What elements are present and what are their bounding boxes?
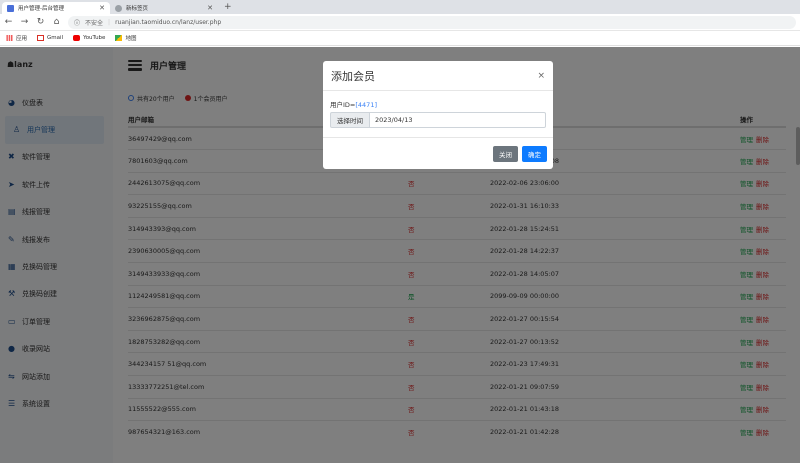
reload-icon[interactable]: ↻: [36, 17, 45, 27]
user-id-line: 用户ID=[4471]: [330, 99, 546, 109]
bookmark-maps[interactable]: 地图: [115, 34, 136, 42]
user-id-value: [4471]: [355, 101, 377, 109]
close-tab-icon[interactable]: ✕: [99, 4, 105, 12]
add-member-modal: 添加会员 × 用户ID=[4471] 选择时间 关闭 确定: [323, 61, 553, 169]
url-separator: |: [108, 18, 111, 26]
info-icon[interactable]: ⓘ: [74, 18, 80, 27]
time-addon-label: 选择时间: [330, 112, 370, 128]
url-field[interactable]: ⓘ 不安全 | ruanjian.taomiduo.cn/lanz/user.p…: [68, 15, 796, 29]
user-id-label: 用户ID=: [330, 101, 356, 109]
close-tab-icon[interactable]: ✕: [207, 4, 213, 12]
confirm-button[interactable]: 确定: [522, 145, 547, 162]
apps-grid-icon: [6, 35, 13, 41]
address-bar-row: ← → ↻ ⌂ ⓘ 不安全 | ruanjian.taomiduo.cn/lan…: [0, 14, 800, 31]
tab-title: 新标签页: [126, 6, 149, 12]
bookmark-youtube[interactable]: YouTube: [73, 35, 105, 41]
bookmarks-bar: 应用 Gmail YouTube 地图: [0, 31, 800, 46]
time-input-group: 选择时间: [330, 112, 546, 128]
close-button[interactable]: 关闭: [493, 145, 518, 162]
browser-tab-active[interactable]: 用户管理-后台管理 ✕: [2, 2, 110, 14]
gmail-icon: [37, 35, 45, 41]
browser-tab[interactable]: 新标签页 ✕: [110, 2, 218, 14]
favicon-icon: [115, 4, 122, 12]
back-icon[interactable]: ←: [4, 17, 13, 27]
security-label: 不安全: [85, 19, 104, 27]
tab-title: 用户管理-后台管理: [18, 6, 64, 12]
modal-footer: 关闭 确定: [323, 137, 553, 169]
bookmark-gmail[interactable]: Gmail: [37, 35, 63, 41]
url-text: ruanjian.taomiduo.cn/lanz/user.php: [115, 18, 222, 26]
favicon-icon: [7, 4, 14, 12]
browser-tabbar: 用户管理-后台管理 ✕ 新标签页 ✕ +: [0, 0, 800, 14]
bookmark-label: 地图: [125, 36, 137, 42]
modal-body: 用户ID=[4471] 选择时间: [323, 91, 553, 128]
bookmark-label: Gmail: [47, 35, 64, 41]
forward-icon[interactable]: →: [20, 17, 29, 27]
modal-header: 添加会员 ×: [323, 61, 553, 91]
home-icon[interactable]: ⌂: [52, 17, 61, 27]
modal-title: 添加会员: [331, 69, 375, 83]
new-tab-button[interactable]: +: [218, 1, 238, 14]
youtube-icon: [73, 35, 81, 41]
bookmark-apps[interactable]: 应用: [6, 34, 27, 42]
maps-icon: [115, 35, 123, 41]
expiry-date-input[interactable]: [370, 112, 546, 128]
close-icon[interactable]: ×: [537, 71, 545, 81]
bookmark-label: YouTube: [83, 35, 106, 41]
bookmark-label: 应用: [16, 36, 28, 42]
